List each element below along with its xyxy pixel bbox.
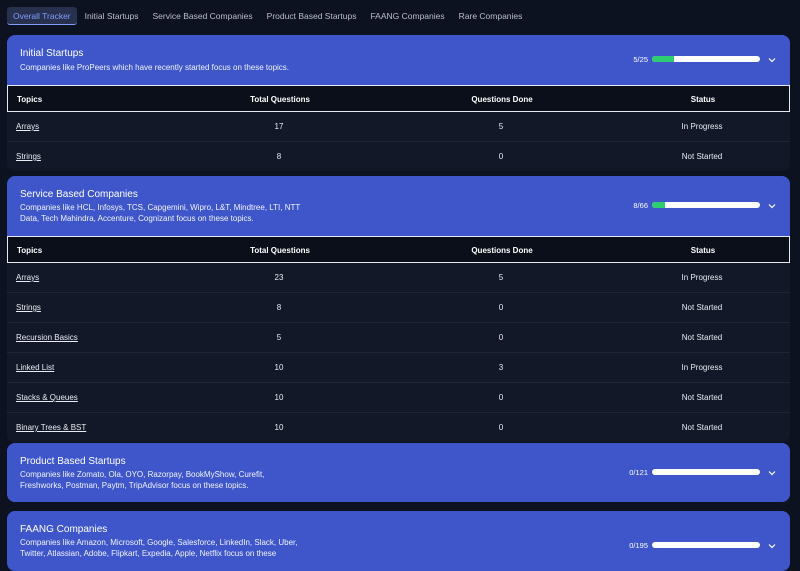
section-title: Service Based Companies [20, 189, 138, 200]
progress-bar [652, 202, 760, 208]
topic-link[interactable]: Stacks & Queues [16, 393, 78, 402]
questions-done: 5 [498, 273, 504, 282]
topic-link[interactable]: Strings [16, 303, 41, 312]
col-header-done: Questions Done [471, 95, 533, 104]
progress-bar [652, 469, 760, 475]
chevron-down-icon[interactable] [767, 201, 777, 211]
total-questions: 17 [274, 122, 284, 131]
total-questions: 8 [276, 303, 282, 312]
section-header[interactable]: FAANG Companies Companies like Amazon, M… [7, 511, 790, 571]
table-row: Linked List 10 3 In Progress [7, 353, 790, 383]
section-card-service-based-companies: Service Based Companies Companies like H… [7, 176, 790, 442]
col-header-total: Total Questions [250, 95, 310, 104]
table-row: Binary Trees & BST 10 0 Not Started [7, 413, 790, 442]
status-text: In Progress [681, 122, 723, 131]
section-header[interactable]: Product Based Startups Companies like Zo… [7, 443, 790, 502]
questions-done: 0 [498, 152, 504, 161]
topic-link[interactable]: Binary Trees & BST [16, 423, 86, 432]
progress-count: 0/195 [629, 541, 648, 550]
questions-done: 5 [498, 122, 504, 131]
table-header: Topics Total Questions Questions Done St… [7, 236, 790, 263]
total-questions: 10 [274, 393, 284, 402]
total-questions: 8 [276, 152, 282, 161]
total-questions: 10 [274, 363, 284, 372]
progress-bar-fill [652, 56, 674, 62]
table-row: Strings 8 0 Not Started [7, 142, 790, 171]
status-text: Not Started [681, 152, 723, 161]
topic-link[interactable]: Strings [16, 152, 41, 161]
col-header-total: Total Questions [250, 246, 310, 255]
section-description: Companies like ProPeers which have recen… [20, 63, 290, 72]
section-header[interactable]: Service Based Companies Companies like H… [7, 176, 790, 236]
section-card-product-based-startups: Product Based Startups Companies like Zo… [7, 443, 790, 502]
progress-bar [652, 56, 760, 62]
chevron-down-icon[interactable] [767, 55, 777, 65]
progress-count: 0/121 [629, 468, 648, 477]
section-title: Product Based Startups [20, 456, 126, 467]
col-header-status: Status [690, 246, 716, 255]
section-title: Initial Startups [20, 48, 84, 59]
total-questions: 10 [274, 423, 284, 432]
tab-faang-companies[interactable]: FAANG Companies [364, 7, 450, 25]
progress-bar-fill [652, 202, 666, 208]
table-row: Arrays 17 5 In Progress [7, 112, 790, 142]
status-text: Not Started [681, 423, 723, 432]
questions-done: 0 [498, 423, 504, 432]
progress-count: 5/25 [633, 55, 648, 64]
chevron-down-icon[interactable] [767, 541, 777, 551]
status-text: Not Started [681, 393, 723, 402]
total-questions: 5 [276, 333, 282, 342]
progress-count: 8/66 [633, 201, 648, 210]
section-description: Companies like Zomato, Ola, OYO, Razorpa… [20, 470, 265, 490]
section-header[interactable]: Initial Startups Companies like ProPeers… [7, 35, 790, 85]
section-title: FAANG Companies [20, 524, 108, 535]
table-row: Arrays 23 5 In Progress [7, 263, 790, 293]
status-text: In Progress [681, 273, 723, 282]
status-text: Not Started [681, 333, 723, 342]
section-card-faang-companies: FAANG Companies Companies like Amazon, M… [7, 511, 790, 571]
topic-link[interactable]: Linked List [16, 363, 54, 372]
col-header-topics: Topics [17, 246, 43, 255]
chevron-down-icon[interactable] [767, 468, 777, 478]
tab-overall-tracker[interactable]: Overall Tracker [7, 7, 77, 25]
progress-bar [652, 542, 760, 548]
total-questions: 23 [274, 273, 284, 282]
topic-link[interactable]: Arrays [16, 122, 39, 131]
table-row: Strings 8 0 Not Started [7, 293, 790, 323]
questions-done: 0 [498, 393, 504, 402]
table-header: Topics Total Questions Questions Done St… [7, 85, 790, 112]
table-row: Recursion Basics 5 0 Not Started [7, 323, 790, 353]
table-row: Stacks & Queues 10 0 Not Started [7, 383, 790, 413]
tab-service-based-companies[interactable]: Service Based Companies [147, 7, 259, 25]
tab-rare-companies[interactable]: Rare Companies [453, 7, 529, 25]
tab-product-based-startups[interactable]: Product Based Startups [261, 7, 363, 25]
tab-bar: Overall Tracker Initial Startups Service… [7, 6, 528, 26]
questions-done: 3 [498, 363, 504, 372]
questions-done: 0 [498, 333, 504, 342]
section-description: Companies like Amazon, Microsoft, Google… [20, 538, 298, 558]
topic-link[interactable]: Arrays [16, 273, 39, 282]
status-text: In Progress [681, 363, 723, 372]
status-text: Not Started [681, 303, 723, 312]
col-header-topics: Topics [17, 95, 43, 104]
tab-initial-startups[interactable]: Initial Startups [79, 7, 145, 25]
questions-done: 0 [498, 303, 504, 312]
section-description: Companies like HCL, Infosys, TCS, Capgem… [20, 203, 301, 223]
col-header-done: Questions Done [471, 246, 533, 255]
col-header-status: Status [690, 95, 716, 104]
section-card-initial-startups: Initial Startups Companies like ProPeers… [7, 35, 790, 171]
topic-link[interactable]: Recursion Basics [16, 333, 78, 342]
